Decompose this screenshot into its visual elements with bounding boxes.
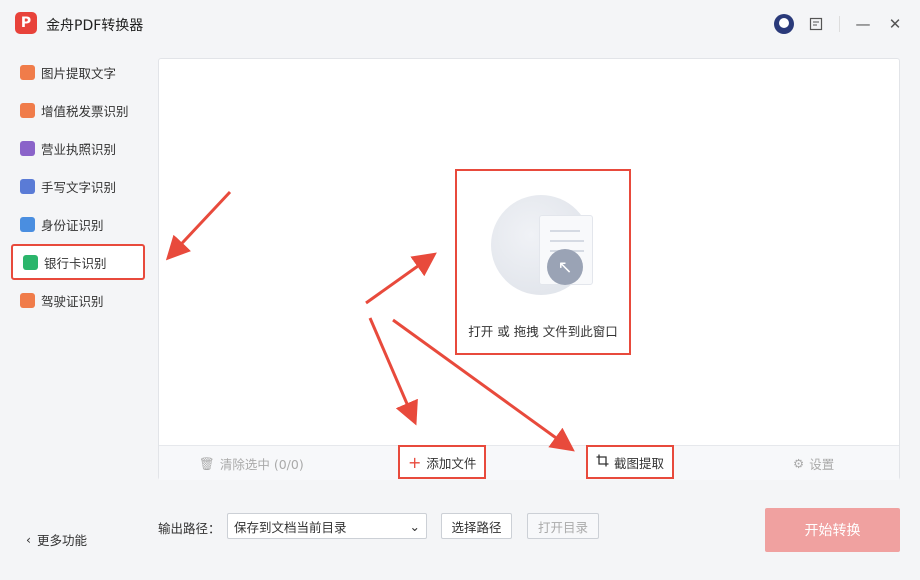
screenshot-extract-button[interactable]: 截图提取 (586, 445, 675, 479)
add-file-label: 添加文件 (426, 455, 477, 471)
settings-button[interactable]: ⚙ 设置 (793, 446, 834, 481)
sidebar-item-label: 身份证识别 (41, 217, 104, 233)
plus-icon: + (408, 452, 422, 472)
more-features-button[interactable]: ‹ 更多功能 (26, 530, 87, 549)
app-title: 金舟PDF转换器 (46, 18, 144, 34)
invoice-icon (20, 102, 35, 118)
add-file-button[interactable]: + 添加文件 (398, 445, 487, 479)
sidebar-item-label: 银行卡识别 (44, 255, 107, 271)
app-logo-icon: P (15, 12, 37, 34)
id-card-icon (20, 216, 35, 232)
license-icon (20, 140, 35, 156)
sidebar-item-invoice[interactable]: 增值税发票识别 (10, 93, 145, 127)
close-button[interactable]: ✕ (884, 13, 906, 35)
sidebar-item-pen[interactable]: 手写文字识别 (10, 169, 145, 203)
sidebar-item-license[interactable]: 营业执照识别 (10, 131, 145, 165)
sidebar-item-label: 图片提取文字 (41, 65, 117, 81)
chevron-down-icon: ⌄ (409, 518, 420, 534)
sidebar-item-label: 增值税发票识别 (41, 103, 129, 119)
sidebar-item-label: 营业执照识别 (41, 141, 117, 157)
settings-label: 设置 (809, 457, 835, 472)
output-path-select[interactable]: 保存到文档当前目录 ⌄ (227, 513, 427, 539)
chevron-left-icon: ‹ (26, 532, 31, 547)
more-features-label: 更多功能 (37, 533, 88, 548)
start-convert-button[interactable]: 开始转换 (765, 508, 900, 552)
clear-selected-label: 清除选中 (0/0) (219, 457, 304, 472)
crop-icon (596, 454, 609, 470)
window-controls: — ✕ (773, 13, 906, 35)
minimize-button[interactable]: — (852, 13, 874, 35)
sidebar-item-car[interactable]: 驾驶证识别 (10, 283, 145, 317)
user-avatar-icon[interactable] (773, 13, 795, 35)
cursor-arrow-icon: ↖ (547, 249, 583, 285)
image-text-icon (20, 64, 35, 80)
feedback-icon[interactable] (805, 13, 827, 35)
open-folder-button[interactable]: 打开目录 (527, 513, 599, 539)
gear-icon: ⚙ (793, 456, 805, 471)
title-bar: P 金舟PDF转换器 — ✕ (0, 0, 920, 48)
title-separator (839, 16, 840, 32)
car-icon (20, 292, 35, 308)
drop-zone-text: 打开 或 拖拽 文件到此窗口 (468, 324, 618, 339)
trash-icon: 🗑 (199, 455, 215, 471)
file-panel: ↖ 打开 或 拖拽 文件到此窗口 🗑 清除选中 (0/0) + 添加文件 截图提… (158, 58, 900, 480)
output-path-label: 输出路径： (158, 521, 221, 536)
file-toolbar: 🗑 清除选中 (0/0) + 添加文件 截图提取 ⚙ 设置 (159, 445, 899, 480)
sidebar-item-label: 手写文字识别 (41, 179, 117, 195)
choose-path-button[interactable]: 选择路径 (441, 513, 512, 539)
clear-selected-button[interactable]: 🗑 清除选中 (0/0) (199, 446, 304, 481)
sidebar-item-bank-card[interactable]: 银行卡识别 (11, 244, 145, 280)
sidebar-item-id-card[interactable]: 身份证识别 (10, 207, 145, 241)
sidebar-item-label: 驾驶证识别 (41, 293, 104, 309)
output-path-value: 保存到文档当前目录 (234, 519, 347, 535)
screenshot-extract-label: 截图提取 (614, 455, 665, 471)
sidebar-item-image-text[interactable]: 图片提取文字 (10, 55, 145, 89)
drop-zone[interactable]: ↖ 打开 或 拖拽 文件到此窗口 (455, 169, 631, 355)
pen-icon (20, 178, 35, 194)
bank-card-icon (23, 254, 38, 270)
